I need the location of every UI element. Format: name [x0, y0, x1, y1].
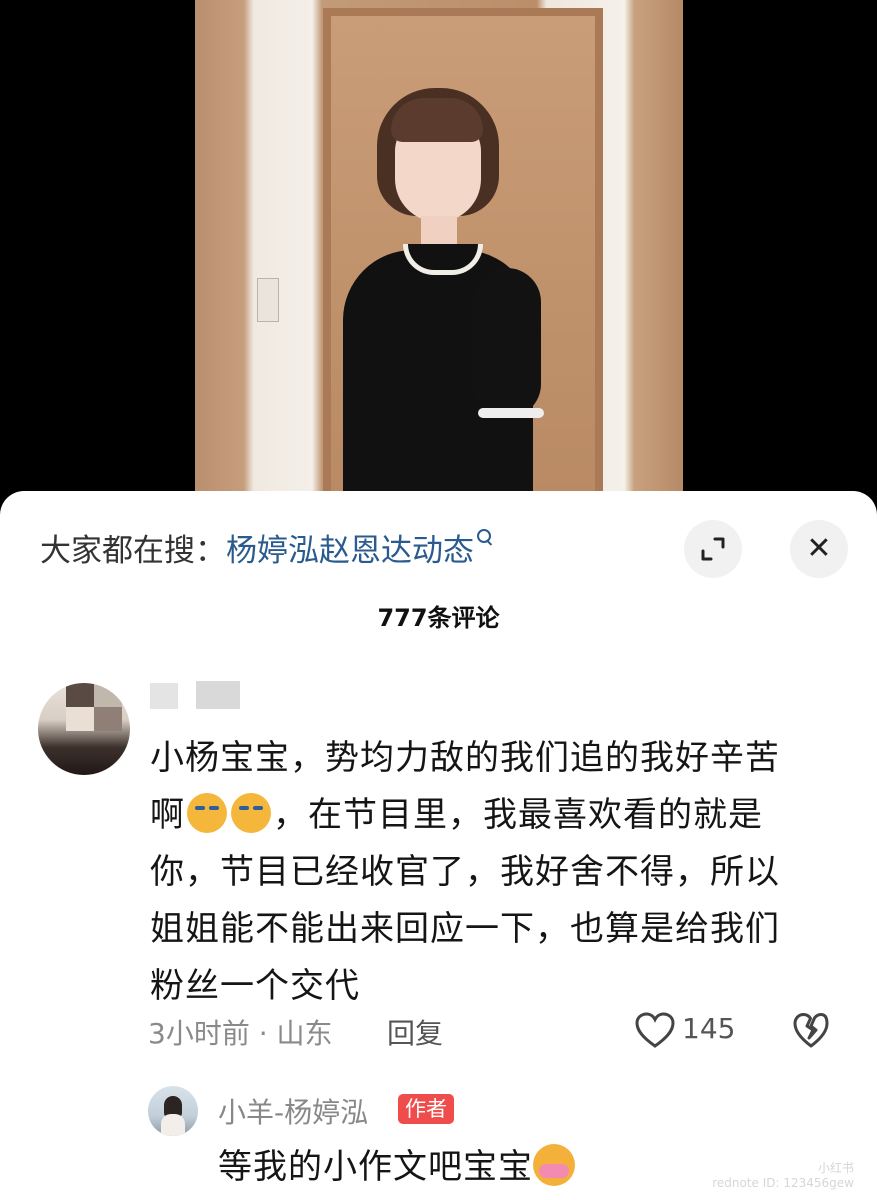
blur-block [196, 681, 240, 709]
like-count: 145 [682, 1012, 736, 1045]
comment-line: 小杨宝宝，势均力敌的我们追的我好辛苦 [150, 738, 780, 778]
search-icon[interactable] [476, 529, 494, 547]
video-frame [195, 0, 683, 500]
heart-outline-icon[interactable] [634, 1011, 676, 1049]
trending-search-term[interactable]: 杨婷泓赵恩达动态 [226, 533, 474, 569]
broken-heart-icon[interactable] [792, 1011, 830, 1049]
comment-line-start: 啊 [150, 795, 185, 835]
comment-count-title: 777条评论 [377, 604, 500, 632]
author-badge: 作者 [398, 1094, 454, 1124]
reply-text: 等我的小作文吧宝宝 [218, 1139, 575, 1188]
comment-line: 啊 ，在节目里，我最喜欢看的就是 [150, 787, 820, 844]
mosaic-block [94, 683, 122, 707]
comment-line: 粉丝一个交代 [150, 966, 360, 1006]
blur-block [150, 683, 178, 709]
comment-sheet: 大家都在搜：杨婷泓赵恩达动态 ✕ 777条评论 小杨宝宝，势均力敌的我们追的我好… [0, 491, 877, 1200]
trending-search-bar[interactable]: 大家都在搜：杨婷泓赵恩达动态 [40, 525, 494, 570]
close-icon: ✕ [806, 531, 832, 566]
person-in-video [323, 88, 544, 500]
watermark-id: rednote ID: 123456gew [712, 1176, 854, 1190]
comment-line-end: ，在节目里，我最喜欢看的就是 [273, 795, 763, 835]
crying-face-emoji-icon [187, 793, 227, 833]
watermark-logo: 小红书 [817, 1161, 854, 1175]
video-player[interactable] [0, 0, 877, 500]
mosaic-block [66, 707, 94, 731]
hugging-face-emoji-icon [533, 1144, 575, 1186]
comment-time-location: 3小时前 · 山东 [148, 1017, 333, 1050]
comment-line: 姐姐能不能出来回应一下，也算是给我们 [150, 909, 780, 949]
author-avatar[interactable] [148, 1086, 198, 1136]
shirt-sleeve [473, 268, 541, 418]
watermark: 小红书 rednote ID: 123456gew [694, 1161, 854, 1191]
mosaic-block [66, 683, 94, 707]
blurred-username[interactable] [150, 681, 246, 711]
crying-face-emoji-icon [231, 793, 271, 833]
avatar-figure [161, 1114, 185, 1136]
avatar[interactable] [38, 683, 130, 775]
mosaic-block [94, 707, 122, 731]
expand-icon [701, 537, 725, 561]
author-username[interactable]: 小羊-杨婷泓 [218, 1091, 368, 1131]
light-switch [257, 278, 279, 322]
close-button[interactable]: ✕ [790, 520, 848, 578]
bangs [391, 98, 483, 142]
comment-line: 你，节目已经收官了，我好舍不得，所以 [150, 852, 780, 892]
comment-text: 小杨宝宝，势均力敌的我们追的我好辛苦 啊 ，在节目里，我最喜欢看的就是 你，节目已… [150, 730, 820, 1015]
trending-search-prefix: 大家都在搜： [40, 533, 226, 569]
sleeve-cuff [478, 408, 544, 418]
expand-button[interactable] [684, 520, 742, 578]
reply-text-content: 等我的小作文吧宝宝 [218, 1147, 533, 1187]
reply-button[interactable]: 回复 [387, 1012, 443, 1052]
